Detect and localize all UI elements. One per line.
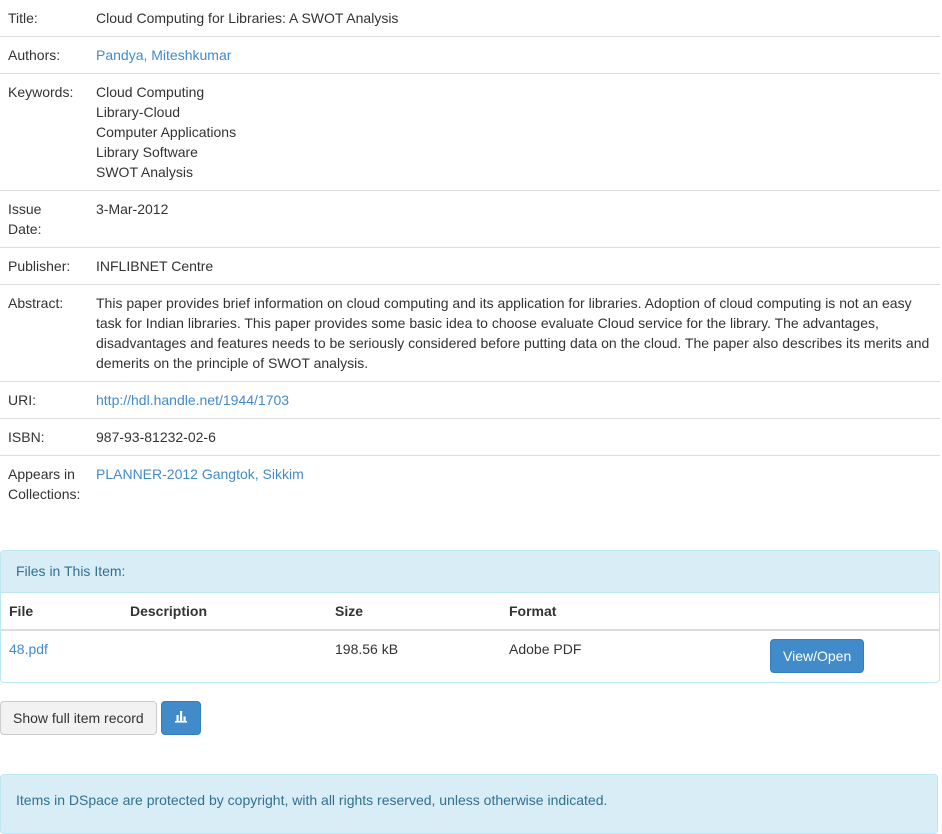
keyword-item: Cloud Computing (96, 84, 205, 100)
bar-chart-icon (174, 708, 188, 728)
metadata-row-abstract: Abstract: This paper provides brief info… (0, 284, 940, 382)
files-panel-heading: Files in This Item: (1, 551, 939, 593)
authors-label: Authors: (0, 36, 88, 74)
column-header-file: File (1, 593, 122, 631)
title-value: Cloud Computing for Libraries: A SWOT An… (96, 10, 399, 26)
metadata-row-uri: URI: http://hdl.handle.net/1944/1703 (0, 381, 940, 419)
keyword-item: Computer Applications (96, 124, 237, 140)
keyword-item: SWOT Analysis (96, 164, 193, 180)
view-open-button[interactable]: View/Open (770, 639, 865, 673)
file-size: 198.56 kB (335, 641, 399, 657)
collections-label: Appears in Collections: (0, 455, 88, 512)
statistics-button[interactable] (161, 701, 201, 735)
metadata-row-isbn: ISBN: 987-93-81232-02-6 (0, 418, 940, 456)
title-label: Title: (8, 10, 38, 26)
collections-label-line1: Appears in (8, 466, 75, 482)
publisher-value: INFLIBNET Centre (88, 247, 940, 285)
metadata-row-issue-date: Issue Date: 3-Mar-2012 (0, 190, 940, 248)
column-header-action (761, 593, 939, 631)
issue-date-value: 3-Mar-2012 (88, 190, 940, 248)
files-table-header: File Description Size Format (1, 593, 939, 631)
column-header-size: Size (327, 593, 501, 631)
abstract-value: This paper provides brief information on… (88, 284, 940, 382)
file-format: Adobe PDF (509, 641, 582, 657)
collections-label-line2: Collections: (8, 486, 81, 502)
item-actions: Show full item record (0, 701, 201, 735)
isbn-value: 987-93-81232-02-6 (88, 418, 940, 456)
column-header-description: Description (122, 593, 327, 631)
keyword-item: Library Software (96, 144, 198, 160)
files-panel: Files in This Item: File Description Siz… (0, 550, 940, 683)
publisher-label: Publisher: (0, 247, 88, 285)
keyword-item: Library-Cloud (96, 104, 181, 120)
metadata-row-title: Title: Cloud Computing for Libraries: A … (0, 0, 940, 37)
copyright-notice: Items in DSpace are protected by copyrig… (0, 774, 938, 834)
column-header-format: Format (501, 593, 761, 631)
item-metadata-table: Title: Cloud Computing for Libraries: A … (0, 0, 940, 512)
issue-date-label: Issue Date: (0, 190, 88, 248)
file-description (122, 630, 327, 682)
uri-link[interactable]: http://hdl.handle.net/1944/1703 (96, 392, 289, 408)
metadata-row-collections: Appears in Collections: PLANNER-2012 Gan… (0, 455, 940, 512)
isbn-label: ISBN: (0, 418, 88, 456)
abstract-label: Abstract: (0, 284, 88, 382)
metadata-row-publisher: Publisher: INFLIBNET Centre (0, 247, 940, 285)
keywords-label: Keywords: (0, 73, 88, 191)
file-link[interactable]: 48.pdf (9, 641, 48, 657)
metadata-row-authors: Authors: Pandya, Miteshkumar (0, 36, 940, 74)
issue-date-label-line1: Issue (8, 201, 42, 217)
metadata-row-keywords: Keywords: Cloud Computing Library-Cloud … (0, 73, 940, 191)
author-link[interactable]: Pandya, Miteshkumar (96, 47, 231, 63)
issue-date-label-line2: Date: (8, 221, 42, 237)
keywords-list: Cloud Computing Library-Cloud Computer A… (88, 73, 940, 191)
collection-link[interactable]: PLANNER-2012 Gangtok, Sikkim (96, 466, 304, 482)
show-full-record-button[interactable]: Show full item record (0, 701, 157, 735)
uri-label: URI: (0, 381, 88, 419)
